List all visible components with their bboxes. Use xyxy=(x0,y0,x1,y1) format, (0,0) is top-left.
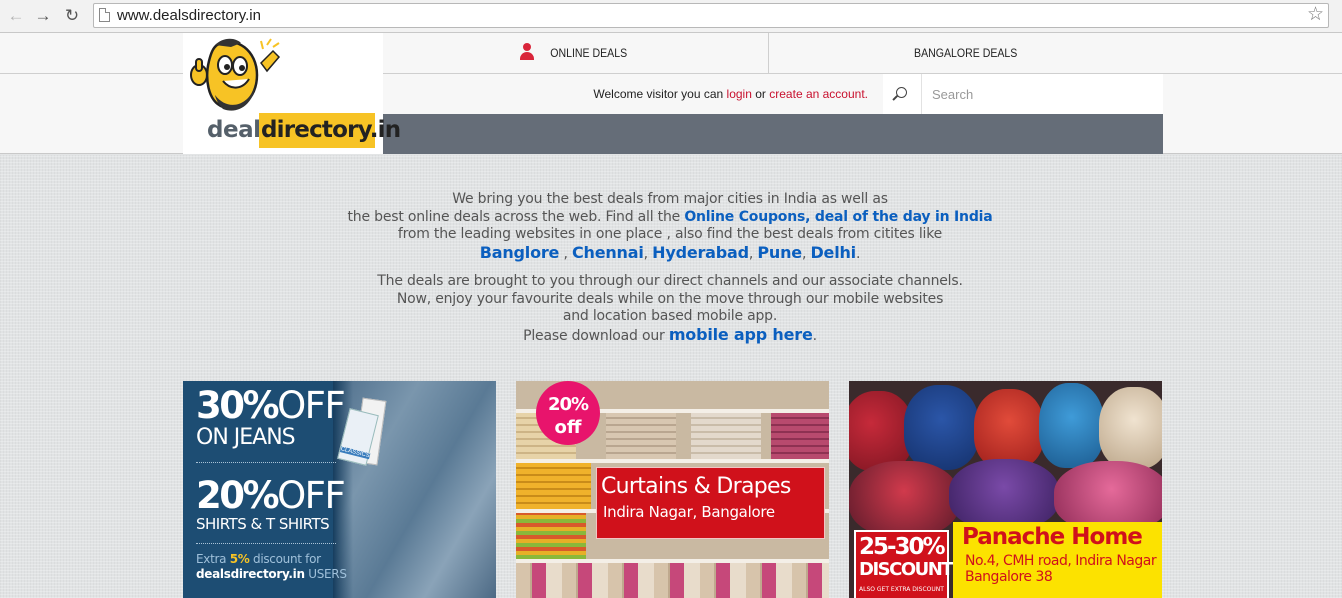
badge-off: off xyxy=(554,417,582,438)
fabric-stack xyxy=(691,413,761,459)
deal-title: Curtains & Drapes xyxy=(601,474,791,499)
city-link-pune[interactable]: Pune xyxy=(757,243,802,262)
browser-toolbar: ← → ↻ www.dealsdirectory.in ☆ xyxy=(0,0,1342,33)
divider xyxy=(196,543,336,544)
city-link-hyderabad[interactable]: Hyderabad xyxy=(652,243,749,262)
tab-online-deals[interactable]: ONLINE DEALS xyxy=(383,33,769,74)
deal-address: No.4, CMH road, Indira Nagar xyxy=(965,553,1157,569)
offer-word: OFF xyxy=(277,384,346,427)
main-content: We bring you the best deals from major c… xyxy=(0,155,1342,598)
offer-item: SHIRTS & T SHIRTS xyxy=(196,515,330,533)
header-band xyxy=(383,114,1163,154)
deal-title: Panache Home xyxy=(962,524,1143,550)
bookmark-star-icon[interactable]: ☆ xyxy=(1307,4,1324,26)
tag-text: CLASSICS xyxy=(339,446,371,460)
discount-word: DISCOUNT xyxy=(859,559,954,580)
mascot-logo-icon xyxy=(190,38,281,111)
back-arrow-icon[interactable]: ← xyxy=(5,5,27,27)
fabric-stack xyxy=(771,413,829,459)
offer-headline: 20%OFF xyxy=(196,474,346,517)
intro-line: Banglore , Chennai, Hyderabad, Pune, Del… xyxy=(479,242,861,262)
welcome-or: or xyxy=(755,87,766,101)
tab-bangalore-deals-label: BANGALORE DEALS xyxy=(914,46,1018,61)
fabric-stack xyxy=(516,563,829,598)
page-icon xyxy=(99,8,110,22)
welcome-prefix: Welcome visitor you can xyxy=(593,87,724,101)
online-coupons-link[interactable]: Online Coupons, deal of the day in India xyxy=(684,209,992,225)
offer-pct: 30% xyxy=(196,384,280,427)
intro-text-span: Please download our xyxy=(523,327,665,344)
deal-card-curtains[interactable]: 20% off Curtains & Drapes Indira Nagar, … xyxy=(516,381,829,598)
city-link-delhi[interactable]: Delhi xyxy=(810,243,856,262)
address-bar[interactable]: www.dealsdirectory.in ☆ xyxy=(93,3,1329,28)
site-logo[interactable]: deals directory.in xyxy=(183,33,401,154)
blanket-image xyxy=(1039,383,1104,468)
deal-card-jeans[interactable]: CLASSICS 30%OFF ON JEANS 20%OFF SHIRTS &… xyxy=(183,381,496,598)
extra-site: dealsdirectory.in xyxy=(196,567,305,581)
intro-line: We bring you the best deals from major c… xyxy=(452,191,888,207)
offer-headline: 30%OFF xyxy=(196,384,346,427)
city-link-banglore[interactable]: Banglore xyxy=(480,243,560,262)
deal-location: Indira Nagar, Bangalore xyxy=(603,503,775,521)
intro-text-span: the best online deals across the web. Fi… xyxy=(347,208,681,225)
extra-pct: 5% xyxy=(229,552,250,566)
intro-line: Please download our mobile app here. xyxy=(523,324,817,344)
intro-line: and location based mobile app. xyxy=(562,308,778,324)
mobile-app-link[interactable]: mobile app here xyxy=(669,325,813,344)
extra-suffix: discount for xyxy=(253,552,321,566)
person-icon xyxy=(519,42,535,61)
discount-small-text: ALSO GET EXTRA DISCOUNT xyxy=(859,586,944,593)
extra-discount-text: Extra 5% discount for xyxy=(196,552,321,566)
deal-card-panache-home[interactable]: 25-30% DISCOUNT ALSO GET EXTRA DISCOUNT … xyxy=(849,381,1162,598)
blanket-image xyxy=(1099,387,1162,469)
intro-line: from the leading websites in one place ,… xyxy=(397,226,943,242)
extra-site-text: dealsdirectory.in USERS xyxy=(196,567,347,581)
forward-arrow-icon[interactable]: → xyxy=(32,5,54,27)
intro-line: the best online deals across the web. Fi… xyxy=(250,209,1090,227)
offer-word: OFF xyxy=(277,474,346,517)
blanket-image xyxy=(949,459,1059,529)
blanket-image xyxy=(1054,461,1162,531)
discount-pct: 25-30% xyxy=(859,534,946,560)
extra-users: USERS xyxy=(308,567,347,581)
search-input[interactable] xyxy=(922,74,1163,114)
search-icon xyxy=(896,87,907,98)
offer-item: ON JEANS xyxy=(196,425,296,450)
url-text[interactable]: www.dealsdirectory.in xyxy=(117,7,261,24)
intro-line: Now, enjoy your favourite deals while on… xyxy=(396,290,944,307)
login-link[interactable]: login xyxy=(727,87,752,101)
site-header: deals directory.in ONLINE DEALS BANGALOR… xyxy=(0,33,1342,154)
divider xyxy=(196,462,336,463)
deal-title-panel: Curtains & Drapes Indira Nagar, Bangalor… xyxy=(596,467,825,539)
badge-pct: 20% xyxy=(547,394,589,415)
tab-bangalore-deals[interactable]: BANGALORE DEALS xyxy=(770,33,1162,74)
extra-prefix: Extra xyxy=(196,552,227,566)
discount-badge: 20% off xyxy=(536,381,600,445)
intro-line: The deals are brought to you through our… xyxy=(377,273,963,289)
tab-online-deals-label: ONLINE DEALS xyxy=(550,46,627,61)
blanket-image xyxy=(849,461,959,536)
logo-text-directory: directory.in xyxy=(259,113,401,148)
deal-address: Bangalore 38 xyxy=(965,569,1053,585)
city-link-chennai[interactable]: Chennai xyxy=(572,243,644,262)
create-account-link[interactable]: create an account. xyxy=(769,87,868,101)
intro-text: We bring you the best deals from major c… xyxy=(250,191,1090,345)
fabric-stack xyxy=(516,513,586,559)
blanket-image xyxy=(974,389,1044,469)
search-button[interactable] xyxy=(883,74,922,114)
offer-pct: 20% xyxy=(196,474,280,517)
welcome-message: Welcome visitor you can login or create … xyxy=(383,74,883,114)
blanket-image xyxy=(904,385,979,470)
fabric-stack xyxy=(516,463,591,509)
fabric-stack xyxy=(606,413,676,459)
reload-icon[interactable]: ↻ xyxy=(61,5,83,27)
discount-box: 25-30% DISCOUNT ALSO GET EXTRA DISCOUNT xyxy=(854,530,954,598)
